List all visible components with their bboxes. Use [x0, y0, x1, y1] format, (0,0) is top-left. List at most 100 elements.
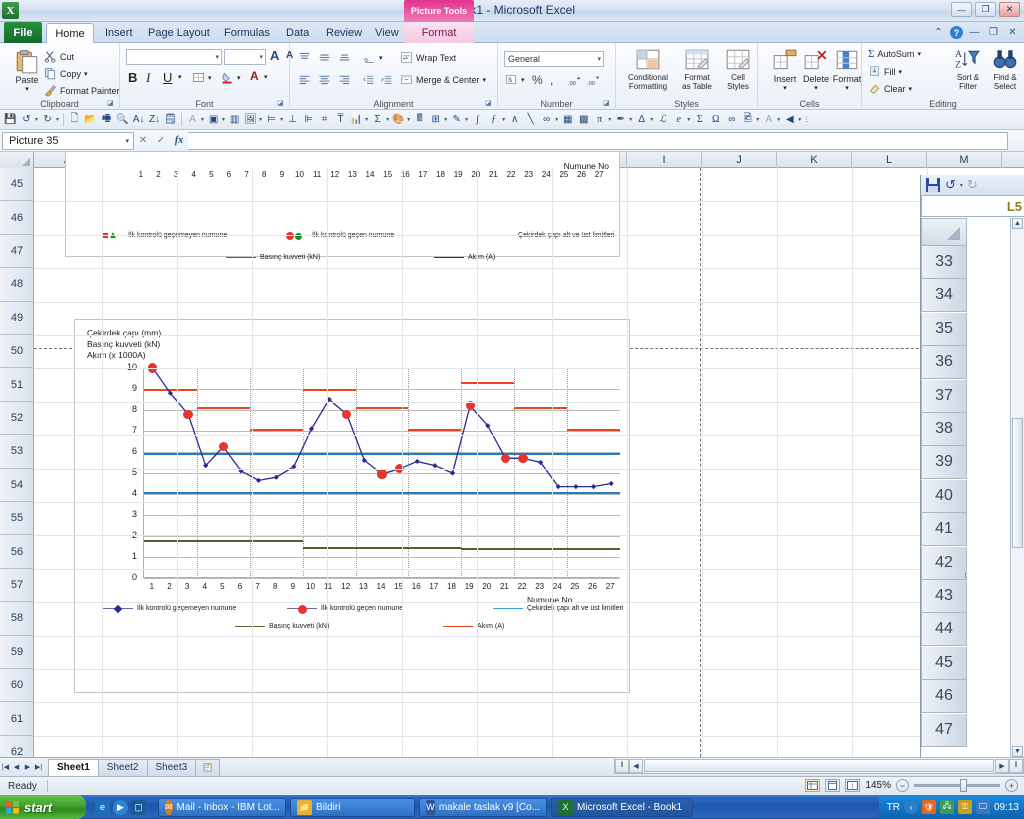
system-tray[interactable]: TR ‹ 🛡 🖧 ⚿ 🖵 09:13 — [878, 795, 1024, 819]
exponent-icon[interactable]: e — [671, 112, 686, 128]
chevron-down-icon[interactable]: ▾ — [521, 76, 525, 84]
font-name-input[interactable]: ▾ — [126, 49, 222, 65]
cell-styles-button[interactable]: Cell Styles — [720, 47, 756, 91]
chevron-down-icon[interactable]: ▾ — [259, 116, 262, 123]
merge-center-button[interactable]: Merge & Center ▾ — [400, 73, 486, 86]
insert-worksheet-button[interactable] — [195, 758, 221, 776]
column-header-M[interactable]: M — [927, 152, 1002, 168]
first-sheet-button[interactable]: |◀ — [0, 761, 11, 774]
picture-icon[interactable]: 🖻 — [740, 112, 755, 128]
infinity2-icon[interactable]: ∞ — [724, 112, 739, 128]
fill-button[interactable]: Fill ▾ — [868, 65, 902, 78]
align-top-button[interactable] — [298, 51, 311, 64]
scrollbar-thumb[interactable] — [1012, 418, 1023, 548]
overlay-row-header-47[interactable]: 47 — [921, 713, 967, 747]
usb-icon[interactable]: ⚿ — [957, 800, 972, 814]
sheet-tab-sheet1[interactable]: Sheet1 — [48, 758, 99, 776]
infinity-icon[interactable]: ∞ — [539, 112, 554, 128]
angle-icon[interactable]: ∧ — [507, 112, 522, 128]
font-color-icon[interactable]: A — [185, 112, 200, 128]
matrix-icon[interactable]: ▦ — [560, 112, 575, 128]
page-layout-view-button[interactable] — [825, 779, 841, 792]
prev-sheet-button[interactable]: ◀ — [11, 761, 22, 774]
overlay-row-header-44[interactable]: 44 — [921, 613, 967, 647]
overlay-row-header-34[interactable]: 34 — [921, 279, 967, 313]
chevron-down-icon[interactable]: ▾ — [379, 54, 383, 62]
chevron-down-icon[interactable]: ▾ — [237, 74, 241, 82]
sheet-tab-sheet3[interactable]: Sheet3 — [146, 758, 197, 776]
print-preview-icon[interactable]: 🔍 — [115, 112, 130, 128]
delta-icon[interactable]: Δ — [634, 112, 649, 128]
window-controls[interactable]: — ❐ ✕ — [951, 2, 1020, 17]
ribbon[interactable]: Paste ▾ Cut Copy ▾ Format Painter Clipbo… — [0, 43, 1024, 110]
borders-button[interactable]: ▾ — [192, 71, 212, 84]
font-color-button[interactable]: A — [250, 69, 259, 83]
tab-data[interactable]: Data — [277, 23, 318, 43]
network-icon[interactable]: 🖧 — [939, 800, 954, 814]
scroll-left-arrow[interactable]: ◀ — [629, 758, 643, 773]
overlay-row-header-46[interactable]: 46 — [921, 680, 967, 714]
chevron-down-icon[interactable]: ▾ — [386, 116, 389, 123]
overlay-vertical-scrollbar[interactable]: ▲ ▼ — [1010, 218, 1024, 757]
chevron-down-icon[interactable]: ▾ — [845, 84, 849, 92]
redo-dropdown-arrow[interactable]: ▾ — [56, 116, 59, 123]
row-header-61[interactable]: 61 — [0, 702, 34, 736]
cancel-entry-button[interactable]: ✕ — [134, 132, 152, 150]
overlay-row-header-33[interactable]: 33 — [921, 246, 967, 279]
chevron-down-icon[interactable]: ▾ — [222, 116, 225, 123]
minimize-ribbon-icon[interactable]: ⌃ — [931, 25, 946, 40]
overlay-row-header-41[interactable]: 41 — [921, 513, 967, 547]
row-header-49[interactable]: 49 — [0, 302, 34, 335]
chevron-down-icon[interactable]: ▾ — [483, 76, 487, 84]
chevron-down-icon[interactable]: ▾ — [365, 116, 368, 123]
align-left-button[interactable] — [298, 73, 311, 86]
group-icon[interactable]: ⌗ — [317, 112, 332, 128]
chart-main[interactable]: Çekirdek çapı (mm) Basınç kuvveti (kN) A… — [74, 319, 630, 693]
row-header-52[interactable]: 52 — [0, 402, 34, 436]
tab-format[interactable]: Format — [404, 23, 474, 43]
sheet-tab-sheet2[interactable]: Sheet2 — [97, 758, 148, 776]
last-sheet-button[interactable]: ▶| — [33, 761, 44, 774]
percent-format-button[interactable]: % — [532, 73, 543, 87]
chart-icon[interactable]: 📊 — [349, 112, 364, 128]
row-header-46[interactable]: 46 — [0, 201, 34, 235]
paste-button[interactable]: Paste ▾ — [5, 49, 49, 93]
tab-insert[interactable]: Insert — [96, 23, 142, 43]
confirm-entry-button[interactable]: ✓ — [152, 132, 170, 150]
page-break-view-button[interactable] — [845, 779, 861, 792]
tab-formulas[interactable]: Formulas — [215, 23, 279, 43]
number-dialog-launcher[interactable]: ◪ — [603, 99, 612, 108]
overlay-row-header-38[interactable]: 38 — [921, 413, 967, 446]
overline-icon[interactable]: T̅ — [333, 112, 348, 128]
select-all-corner[interactable] — [0, 152, 34, 168]
workbook-restore-icon[interactable]: ❐ — [986, 25, 1001, 40]
chevron-down-icon[interactable]: ▾ — [555, 116, 558, 123]
wrap-text-button[interactable]: Wrap Text — [400, 51, 456, 64]
tab-review[interactable]: Review — [317, 23, 371, 43]
secondary-excel-window[interactable]: ↺ ▾ ↻ L5 33 34 35 36 37 38 39 40 41 42 43 44 45 46 47 … — [920, 175, 1024, 757]
align-bottom-icon[interactable]: ⊥ — [285, 112, 300, 128]
chevron-down-icon[interactable]: ▾ — [465, 116, 468, 123]
row-header-59[interactable]: 59 — [0, 636, 34, 669]
align-left-icon[interactable]: ⊨ — [264, 112, 279, 128]
zoom-slider[interactable] — [914, 779, 1000, 792]
increase-indent-button[interactable] — [380, 73, 393, 86]
chevron-down-icon[interactable]: ▾ — [899, 68, 903, 76]
zoom-slider-thumb[interactable] — [960, 779, 967, 792]
taskbar-button-bildiri[interactable]: 📁 Bildiri — [290, 797, 415, 817]
zoom-in-button[interactable]: + — [1005, 779, 1018, 792]
pen-icon[interactable]: ✎ — [449, 112, 464, 128]
addin-toolbar[interactable]: 💾 ↺ ▾ ↻ ▾ 🗋 📂 🖷 🔍 A↓ Z↓ 🗒 A ▾ ▣ ▾ ▥ 🖼 ▾ ⊨ ▾ ⊥ … — [0, 110, 1024, 130]
underline-button[interactable]: U — [163, 70, 172, 85]
format-painter-button[interactable]: Format Painter — [44, 84, 120, 97]
overlay-name-box[interactable]: L5 — [921, 195, 1024, 217]
row-header-45[interactable]: 45 — [0, 168, 34, 202]
image-icon[interactable]: 🖼 — [243, 112, 258, 128]
font-size-input[interactable]: ▾ — [224, 49, 266, 65]
sort-descending-icon[interactable]: Z↓ — [147, 112, 162, 128]
sort-filter-button[interactable]: A Z Sort & Filter — [950, 47, 986, 91]
chart-top-partial[interactable]: 1234567891011121314151617181920212223242… — [65, 152, 620, 261]
scroll-split-handle-right[interactable]: ‖ — [1009, 758, 1023, 773]
chevron-down-icon[interactable]: ▾ — [280, 116, 283, 123]
object-icon[interactable]: ▣ — [206, 112, 221, 128]
